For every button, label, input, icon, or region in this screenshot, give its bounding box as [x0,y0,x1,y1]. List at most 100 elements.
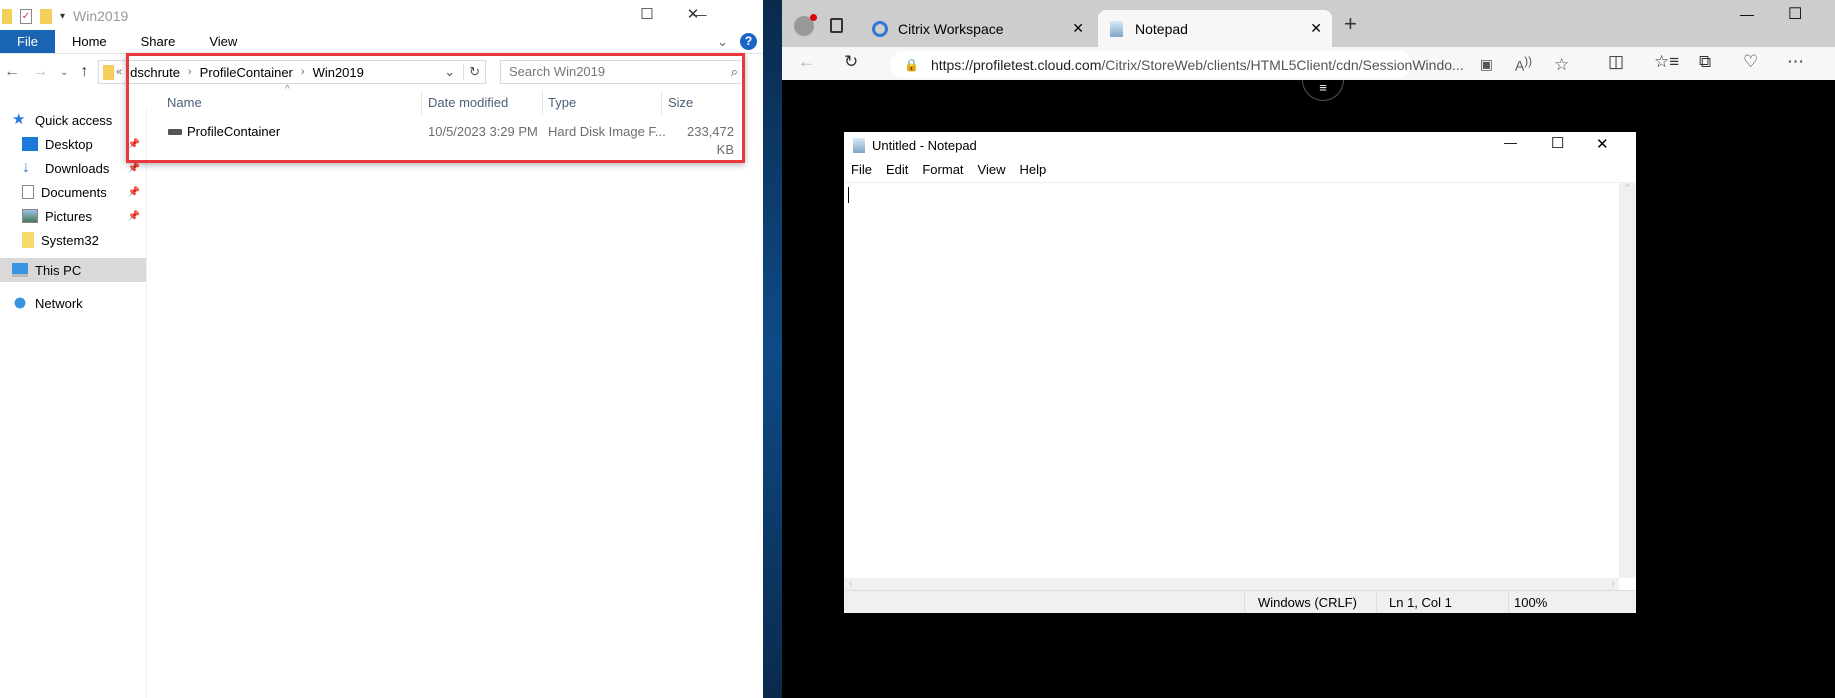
collections-icon[interactable]: ⧉ [1699,52,1711,72]
menu-view[interactable]: View [971,159,1013,181]
sidebar-item-label: Downloads [45,160,110,176]
folder-icon [103,64,114,80]
notepad-window: Untitled - Notepad — ☐ ✕ File Edit Forma… [844,132,1636,613]
tab-view[interactable]: View [192,30,254,53]
network-icon [12,296,28,310]
window-title: Win2019 [73,8,129,24]
sidebar-item-label: Quick access [35,112,113,128]
maximize-button[interactable]: ☐ [624,0,670,30]
status-cursor-position: Ln 1, Col 1 [1389,595,1452,610]
horizontal-scrollbar[interactable]: ‹ › [844,578,1619,590]
minimize-button[interactable]: — [680,0,720,30]
explorer-window-controls: — [680,0,763,30]
sidebar-item-downloads[interactable]: ↓ Downloads 📌 [0,156,146,180]
sidebar-item-label: This PC [35,262,82,278]
sidebar-item-network[interactable]: Network [0,291,146,315]
navigation-buttons: ← → ⌄ ↑ [0,60,88,84]
menu-file[interactable]: File [844,159,879,181]
sidebar-item-label: Documents [41,184,107,200]
tab-strip: Citrix Workspace ✕ Notepad ✕ + — ☐ [782,0,1835,47]
favorite-star-icon[interactable]: ☆ [1554,55,1569,75]
vertical-scrollbar[interactable]: ^ [1619,182,1636,578]
browser-essentials-icon[interactable]: ♡ [1743,52,1758,72]
sidebar-item-documents[interactable]: Documents 📌 [0,180,146,204]
sidebar-item-label: Network [35,295,83,311]
maximize-button[interactable]: ☐ [1788,4,1802,24]
forward-button[interactable]: → [32,63,48,81]
split-screen-icon[interactable]: ◫ [1608,52,1624,72]
download-icon: ↓ [22,159,30,176]
customize-dropdown-icon[interactable]: ▾ [60,11,65,22]
url-host: https://profiletest.cloud.com [930,56,1102,73]
minimize-button[interactable]: — [1504,135,1517,150]
tab-home[interactable]: Home [55,30,124,53]
navigation-pane: ★ Quick access Desktop 📌 ↓ Downloads 📌 Docum… [0,108,146,315]
tab-actions-icon[interactable] [830,18,843,33]
file-explorer-window: ✓ ▾ Win2019 ☐ ✕ File Home Share View ⌄ ?… [0,0,763,698]
tab-citrix-workspace[interactable]: Citrix Workspace ✕ [860,10,1094,47]
pin-icon[interactable]: 📌 [128,211,140,222]
close-tab-icon[interactable]: ✕ [1310,20,1322,37]
tab-share[interactable]: Share [124,30,193,53]
desktop-background [763,0,782,698]
sidebar-item-system32[interactable]: System32 [0,228,146,252]
tab-file[interactable]: File [0,30,55,53]
text-cursor [848,187,849,203]
menu-edit[interactable]: Edit [879,159,915,181]
menu-bar: File Edit Format View Help [844,159,1053,181]
pictures-icon [22,209,38,223]
pin-icon[interactable]: 📌 [128,187,140,198]
notification-dot [810,14,817,21]
back-button[interactable]: ← [798,52,815,72]
notepad-title: Untitled - Notepad [872,138,977,153]
sidebar-item-desktop[interactable]: Desktop 📌 [0,132,146,156]
recent-locations-icon[interactable]: ⌄ [60,67,68,78]
notepad-icon [1110,20,1123,37]
minimize-button[interactable]: — [1740,6,1754,22]
refresh-button[interactable]: ↻ [844,52,858,72]
sidebar-item-quick-access[interactable]: ★ Quick access [0,108,146,132]
folder-icon [2,8,12,24]
status-bar: Windows (CRLF) Ln 1, Col 1 100% [844,590,1636,613]
help-icon[interactable]: ? [740,33,757,50]
sidebar-item-this-pc[interactable]: This PC [0,258,146,282]
more-options-icon[interactable]: ⋯ [1787,52,1804,72]
lock-icon: 🔒 [904,57,919,72]
notepad-icon [853,138,865,153]
overflow-icon[interactable]: « [116,66,122,78]
status-line-ending: Windows (CRLF) [1258,595,1357,610]
sidebar-item-pictures[interactable]: Pictures 📌 [0,204,146,228]
read-aloud-icon[interactable]: A)) [1515,55,1532,74]
documents-icon [22,185,34,199]
citrix-icon [872,20,888,37]
new-folder-icon[interactable] [40,8,52,24]
highlight-annotation-box [126,53,745,163]
desktop-icon [22,137,38,151]
text-editor-area[interactable] [844,182,1619,578]
favorites-icon[interactable]: ☆≡ [1654,52,1679,72]
url-path: /Citrix/StoreWeb/clients/HTML5Client/cdn… [1101,56,1464,73]
sidebar-item-label: Pictures [45,208,92,224]
pc-icon [12,263,28,277]
menu-help[interactable]: Help [1012,159,1053,181]
address-bar[interactable]: 🔒 https://profiletest.cloud.com/Citrix/S… [890,51,1569,78]
close-tab-icon[interactable]: ✕ [1072,20,1084,37]
tab-notepad[interactable]: Notepad ✕ [1098,10,1332,47]
pane-divider[interactable] [146,108,147,698]
popup-blocked-icon[interactable]: ▣ [1480,56,1493,73]
back-button[interactable]: ← [4,63,20,81]
maximize-button[interactable]: ☐ [1551,134,1564,152]
up-button[interactable]: ↑ [80,63,88,81]
citrix-toolbar-handle[interactable]: ≡ [1302,80,1344,101]
new-tab-button[interactable]: + [1344,11,1357,37]
properties-icon[interactable]: ✓ [20,8,32,24]
ribbon-tabs: File Home Share View ⌄ ? [0,30,763,54]
folder-icon [22,232,34,248]
status-zoom: 100% [1514,595,1548,610]
expand-ribbon-icon[interactable]: ⌄ [711,30,734,53]
sidebar-item-label: Desktop [45,136,93,152]
close-button[interactable]: ✕ [1596,135,1609,153]
pin-icon[interactable]: 📌 [128,163,140,174]
quick-access-toolbar: ✓ ▾ Win2019 [2,6,128,26]
menu-format[interactable]: Format [915,159,970,181]
